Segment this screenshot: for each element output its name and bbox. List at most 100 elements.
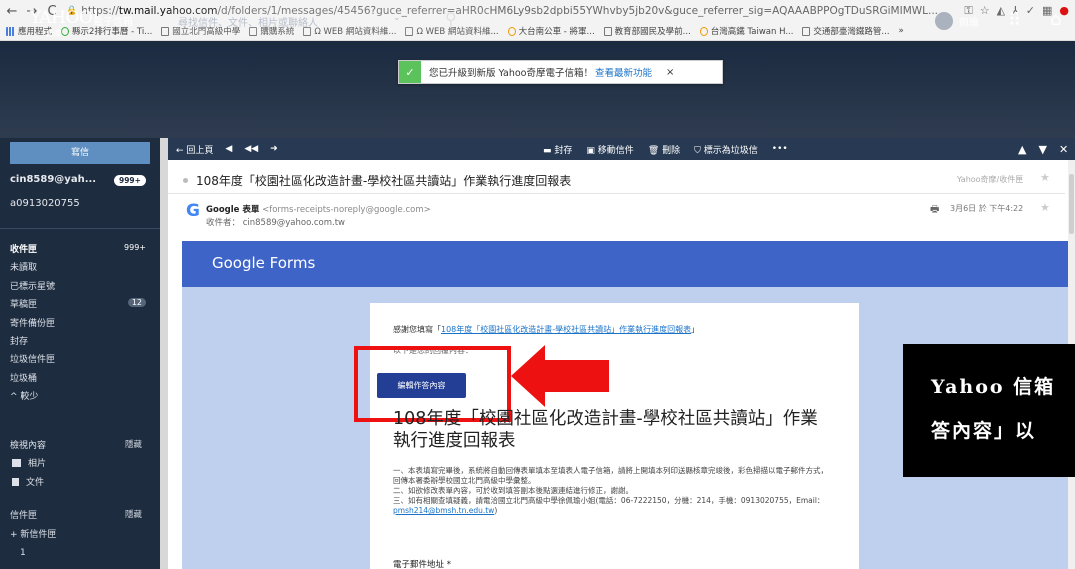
- bookmark-icon: [603, 26, 612, 36]
- google-forms-brand: Google Forms: [212, 254, 316, 272]
- bookmark-icon: [699, 26, 708, 36]
- folder-count-badge: 12: [127, 298, 146, 308]
- sidebar-folder[interactable]: 已標示星號: [10, 279, 55, 292]
- desc-line-1: 一、本表填寫完畢後，系統將自動回傳表單填本至填表人電子信箱，請將上開填本列印送縣…: [393, 466, 828, 485]
- read-indicator[interactable]: [183, 178, 188, 183]
- bookmark-icon: [161, 26, 170, 36]
- folder-count-badge: 999+: [124, 243, 146, 252]
- bookmark-label: 教育部國民及學前...: [614, 27, 691, 37]
- close-message-icon[interactable]: ✕: [1059, 143, 1068, 156]
- sidebar-folder[interactable]: 收件匣: [10, 242, 37, 255]
- sidebar-folder[interactable]: 垃圾桶: [10, 371, 37, 384]
- account-secondary[interactable]: a0913020755: [10, 198, 80, 209]
- next-message-icon[interactable]: ▼: [1038, 143, 1046, 156]
- user-name: 佩瑜: [959, 17, 979, 29]
- yahoo-logo[interactable]: YAHOO!: [30, 8, 99, 28]
- avatar: [935, 12, 953, 30]
- apps-icon: [6, 26, 15, 36]
- annotation-callout: Yahoo 信箱 答內容」以: [903, 344, 1075, 477]
- form-link[interactable]: 108年度「校園社區化改造計畫-學校社區共讀站」作業執行進度回報表: [441, 325, 691, 334]
- user-menu[interactable]: 佩瑜: [935, 12, 979, 30]
- bookmark-item[interactable]: »: [899, 26, 904, 36]
- folders-hide[interactable]: 隱藏: [125, 508, 142, 520]
- divider: [168, 193, 1065, 194]
- arrow-left-icon: [511, 345, 609, 407]
- sidebar-folder[interactable]: 未讀取: [10, 260, 37, 273]
- extra-count: 1: [20, 548, 26, 558]
- sidebar-folder[interactable]: 封存: [10, 334, 28, 347]
- print-icon[interactable]: 🖶: [930, 202, 939, 219]
- check-extension-icon[interactable]: ✓: [1026, 4, 1035, 18]
- previous-message-icon[interactable]: ▲: [1018, 143, 1026, 156]
- message-date: 3月6日 於 下午4:22: [950, 204, 1024, 213]
- forward-icon[interactable]: ➜: [270, 144, 278, 154]
- callout-line-2: 答內容」以: [931, 420, 1037, 442]
- bookmark-item[interactable]: 台灣高鐵 Taiwan H...: [699, 25, 793, 37]
- bookmark-item[interactable]: 教育部國民及學前...: [603, 25, 691, 37]
- sidebar-folder[interactable]: ^ 較少: [10, 389, 38, 402]
- thanks-prefix: 感謝您填寫「: [393, 325, 441, 334]
- email-field-label: 電子郵件地址 *: [393, 560, 451, 569]
- delete-label: 刪除: [662, 145, 681, 156]
- archive-label: 封存: [554, 145, 573, 156]
- contact-email-link[interactable]: pmsh214@bmsh.tn.edu.tw: [393, 506, 494, 515]
- message-subject: 108年度「校園社區化改造計畫-學校社區共讀站」作業執行進度回報表: [183, 172, 571, 189]
- account-badge: 999+: [114, 175, 146, 186]
- check-icon: ✓: [399, 61, 421, 83]
- callout-line-1: Yahoo 信箱: [931, 376, 1056, 398]
- photo-icon: [12, 458, 21, 467]
- trash-icon: 🗑: [647, 145, 660, 156]
- form-title: 108年度「校園社區化改造計畫-學校社區共讀站」作業執行進度回報表: [393, 409, 818, 451]
- compose-button[interactable]: 寫信: [10, 142, 150, 164]
- bookmark-icon: [507, 26, 516, 36]
- sidebar-folder[interactable]: 垃圾信件匣: [10, 352, 55, 365]
- scrollbar-thumb[interactable]: [1069, 174, 1074, 234]
- star-icon[interactable]: ★: [1040, 201, 1050, 214]
- desc-line-3: 三、如有相關查填疑義，請電洽國立北門高級中學徐佩瑜小姐(電話：06-722215…: [393, 496, 833, 516]
- sender[interactable]: Google 表單 <forms-receipts-noreply@google…: [206, 203, 431, 215]
- bookmark-label: 交通部臺灣鐵路管...: [813, 27, 890, 37]
- account-primary[interactable]: cin8589@yah...: [10, 174, 96, 185]
- archive-button[interactable]: ▬ 封存: [543, 143, 572, 156]
- star-icon[interactable]: ☆: [980, 4, 990, 18]
- view-files[interactable]: 文件: [12, 475, 44, 488]
- folders-title[interactable]: 信件匣: [10, 508, 37, 521]
- desc-3-suffix: ): [494, 506, 498, 515]
- yahoo-header: [0, 41, 1075, 138]
- reply-icon[interactable]: ◀: [225, 144, 232, 154]
- back-to-list-button[interactable]: ← 回上頁: [176, 143, 213, 156]
- bookmark-item[interactable]: 交通部臺灣鐵路管...: [802, 25, 890, 37]
- reply-all-icon[interactable]: ◀◀: [244, 144, 258, 154]
- chevron-down-icon[interactable]: ⌄: [393, 13, 401, 23]
- thanks-text: 感謝您填寫「108年度「校園社區化改造計畫-學校社區共讀站」作業執行進度回報表」: [393, 324, 699, 335]
- new-folder-button[interactable]: + 新信件匣: [10, 527, 56, 540]
- sidebar-folder[interactable]: 草稿匣: [10, 297, 37, 310]
- view-photos[interactable]: 相片: [12, 456, 46, 469]
- search-input[interactable]: 尋找信件、文件、相片或聯絡人: [170, 7, 490, 35]
- extension-icon[interactable]: ◭: [997, 4, 1005, 18]
- sidebar-folder[interactable]: 寄件備份匣: [10, 316, 55, 329]
- more-button[interactable]: •••: [772, 144, 788, 154]
- star-icon[interactable]: ★: [1040, 171, 1050, 184]
- move-button[interactable]: ▣ 移動信件: [586, 143, 633, 156]
- back-icon[interactable]: ←: [6, 4, 18, 19]
- bookmark-label: »: [898, 26, 904, 36]
- home-icon[interactable]: ⌂: [1050, 9, 1061, 30]
- search-icon[interactable]: ⚲: [445, 9, 457, 28]
- close-icon[interactable]: ×: [666, 67, 674, 78]
- toast-link[interactable]: 查看最新功能: [595, 65, 652, 79]
- views-hide[interactable]: 隱藏: [125, 438, 142, 450]
- browser-toolbar: ← → C 🔒 https://tw.mail.yahoo.com/d/fold…: [0, 0, 1075, 22]
- spam-button[interactable]: ⛉ 標示為垃圾信: [694, 143, 758, 156]
- bookmark-item[interactable]: 大台南公車 - 將軍...: [507, 25, 595, 37]
- sidebar-scrollbar[interactable]: [160, 138, 168, 569]
- toast-text: 您已升級到新版 Yahoo奇摩電子信箱！: [429, 68, 593, 79]
- delete-button[interactable]: 🗑 刪除: [648, 143, 680, 156]
- sender-address: <forms-receipts-noreply@google.com>: [262, 205, 431, 215]
- view-label: 相片: [28, 459, 47, 469]
- apps-grid-icon[interactable]: ⠿: [1008, 10, 1021, 31]
- message-toolbar: ← 回上頁 ◀ ◀◀ ➜ ▬ 封存 ▣ 移動信件 🗑 刪除 ⛉ 標示為垃圾信 •…: [168, 138, 1075, 160]
- views-title[interactable]: 檢視內容: [10, 438, 46, 451]
- move-label: 移動信件: [597, 145, 634, 156]
- logo-sub: 奇摩: [46, 29, 62, 38]
